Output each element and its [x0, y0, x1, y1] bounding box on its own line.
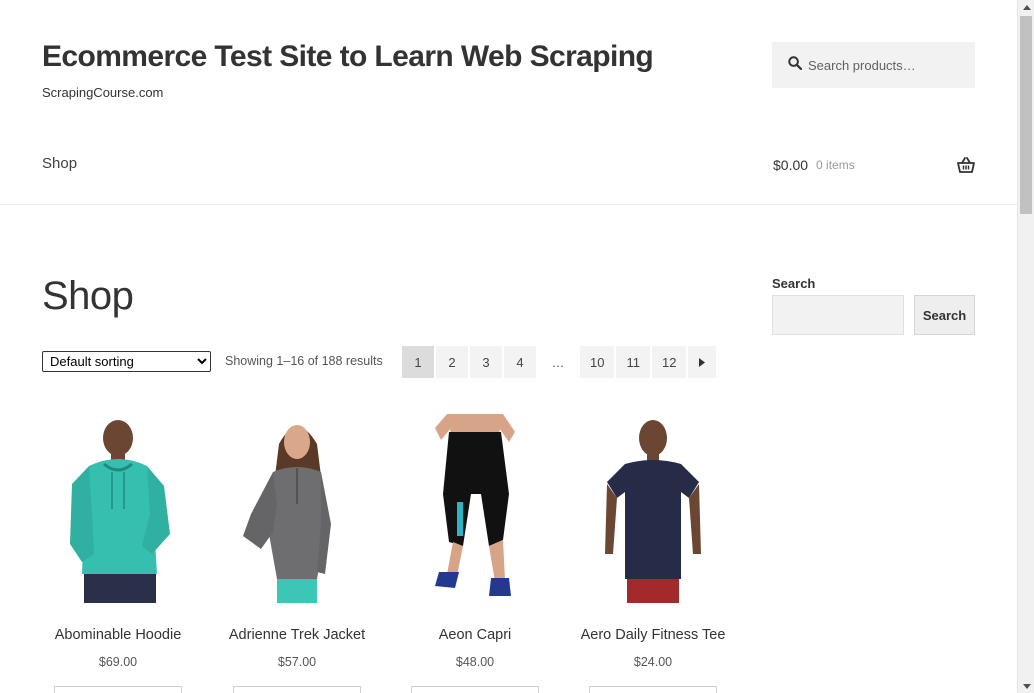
next-page-button[interactable] [688, 346, 717, 378]
product-name[interactable]: Aero Daily Fitness Tee [577, 627, 729, 643]
pagination-ellipsis: … [551, 354, 565, 370]
add-to-cart-button[interactable] [54, 686, 182, 693]
scroll-up-arrow-icon[interactable] [1018, 0, 1034, 14]
search-widget-button[interactable]: Search [914, 295, 975, 335]
cart-link[interactable]: $0.00 0 items [773, 155, 975, 175]
add-to-cart-button[interactable] [411, 686, 539, 693]
product-name[interactable]: Aeon Capri [399, 627, 551, 643]
product-name[interactable]: Abominable Hoodie [42, 627, 194, 643]
product-card[interactable]: Aeon Capri $48.00 [399, 414, 551, 693]
search-icon [788, 55, 803, 75]
site-title-link[interactable]: Ecommerce Test Site to Learn Web Scrapin… [42, 40, 654, 74]
product-card[interactable]: Abominable Hoodie $69.00 [42, 414, 194, 693]
page-number-link[interactable]: 4 [504, 346, 536, 378]
page-number-link[interactable]: 10 [580, 346, 615, 378]
page: Ecommerce Test Site to Learn Web Scrapin… [0, 0, 1017, 693]
scrollbar-thumb[interactable] [1020, 16, 1032, 214]
page-number-link[interactable]: 11 [616, 346, 650, 378]
scroll-down-arrow-icon[interactable] [1018, 679, 1034, 693]
basket-icon [957, 157, 975, 173]
caret-right-icon [699, 357, 706, 367]
product-image-capri[interactable] [399, 414, 551, 603]
page-number-link[interactable]: 12 [651, 346, 687, 378]
nav-item-shop[interactable]: Shop [42, 155, 77, 172]
product-image-tee[interactable] [577, 414, 729, 603]
page-number-current: 1 [402, 346, 434, 378]
cart-count: 0 items [816, 158, 855, 172]
page-number-link[interactable]: 2 [436, 346, 468, 378]
product-name[interactable]: Adrienne Trek Jacket [221, 627, 373, 643]
product-price: $24.00 [633, 655, 673, 669]
add-to-cart-button[interactable] [233, 686, 361, 693]
header-divider [0, 204, 1017, 205]
sort-select[interactable]: Default sorting [42, 351, 211, 372]
page-number-link[interactable]: 3 [470, 346, 502, 378]
vertical-scrollbar[interactable] [1017, 0, 1034, 693]
product-price: $48.00 [455, 655, 495, 669]
search-widget-title: Search [772, 276, 816, 291]
page-title: Shop [42, 274, 134, 318]
product-grid: Abominable Hoodie $69.00 Adrienne Trek J… [42, 414, 732, 693]
product-price: $69.00 [98, 655, 138, 669]
product-card[interactable]: Aero Daily Fitness Tee $24.00 [577, 414, 729, 693]
add-to-cart-button[interactable] [589, 686, 717, 693]
product-price: $57.00 [277, 655, 317, 669]
result-count: Showing 1–16 of 188 results [225, 354, 383, 368]
product-search-form[interactable] [772, 42, 975, 88]
product-card[interactable]: Adrienne Trek Jacket $57.00 [221, 414, 373, 693]
cart-amount: $0.00 [773, 157, 809, 173]
pagination: 1 2 3 4 … 10 11 12 [402, 346, 717, 378]
product-search-input[interactable] [808, 57, 968, 73]
product-image-hoodie[interactable] [42, 414, 194, 603]
product-image-jacket[interactable] [221, 414, 373, 603]
search-widget-input[interactable] [772, 295, 904, 335]
site-description: ScrapingCourse.com [42, 85, 164, 100]
